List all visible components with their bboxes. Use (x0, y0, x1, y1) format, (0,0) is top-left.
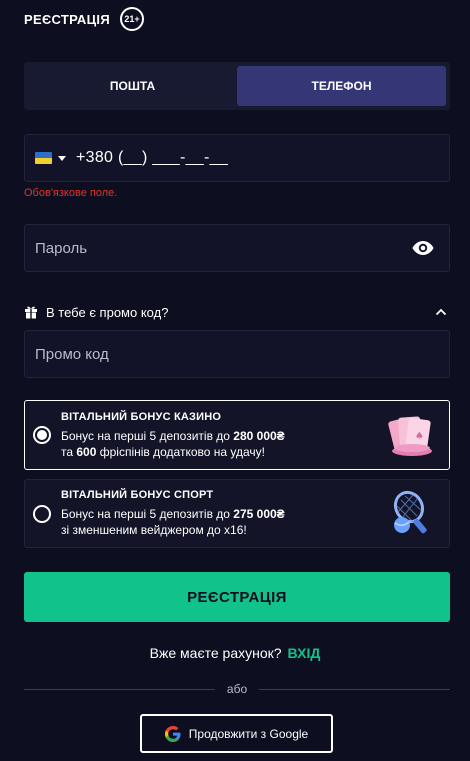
casino-cards-icon: ♠ (388, 416, 432, 456)
tab-phone[interactable]: ТЕЛЕФОН (237, 66, 446, 106)
eye-icon[interactable] (411, 236, 435, 260)
ukraine-flag-icon[interactable] (35, 152, 52, 164)
divider-line-left (24, 688, 215, 690)
gift-icon (25, 306, 37, 319)
bonus-option-casino[interactable]: ВІТАЛЬНИЙ БОНУС КАЗИНО Бонус на перші 5 … (24, 400, 450, 470)
phone-error-message: Обов'язкове поле. (24, 187, 118, 199)
google-icon (164, 725, 181, 742)
bonus-sport-title: ВІТАЛЬНИЙ БОНУС СПОРТ (61, 489, 214, 501)
password-placeholder: Пароль (35, 239, 88, 257)
svg-text:♠: ♠ (415, 431, 424, 442)
register-button[interactable]: РЕЄСТРАЦІЯ (24, 572, 450, 622)
tab-email[interactable]: ПОШТА (28, 66, 237, 106)
registration-method-tabs: ПОШТА ТЕЛЕФОН (24, 62, 450, 110)
page-header: РЕЄСТРАЦІЯ 21+ (24, 7, 144, 31)
login-question: Вже маєте рахунок? (149, 645, 282, 661)
bonus-option-sport[interactable]: ВІТАЛЬНИЙ БОНУС СПОРТ Бонус на перші 5 д… (24, 479, 450, 548)
google-button-label: Продовжити з Google (188, 726, 309, 741)
page-title: РЕЄСТРАЦІЯ (24, 11, 110, 27)
password-field[interactable]: Пароль (24, 224, 450, 272)
phone-field[interactable]: +380 (__) ___-__-__ (24, 134, 450, 182)
bonus-casino-title: ВІТАЛЬНИЙ БОНУС КАЗИНО (61, 410, 222, 423)
promo-code-input[interactable]: Промо код (24, 330, 450, 378)
phone-input-value[interactable]: +380 (__) ___-__-__ (76, 149, 228, 167)
login-link[interactable]: ВХІД (288, 645, 321, 661)
divider-line-right (259, 688, 451, 690)
radio-sport[interactable] (33, 504, 51, 523)
divider: або (24, 681, 451, 697)
age-badge: 21+ (119, 7, 144, 31)
chevron-down-icon[interactable] (58, 155, 66, 161)
radio-casino[interactable] (33, 426, 51, 444)
promo-code-placeholder: Промо код (35, 345, 109, 363)
divider-label: або (226, 682, 248, 696)
promo-toggle[interactable]: В тебе є промо код? (24, 302, 450, 322)
bonus-sport-description: Бонус на перші 5 депозитів до 275 000₴ з… (61, 507, 285, 537)
chevron-up-icon[interactable] (434, 305, 448, 319)
tennis-racket-icon (393, 490, 427, 533)
bonus-casino-description: Бонус на перші 5 депозитів до 280 000₴ т… (61, 428, 285, 459)
google-login-button[interactable]: Продовжити з Google (140, 714, 333, 753)
promo-question: В тебе є промо код? (46, 304, 169, 320)
login-prompt: Вже маєте рахунок? ВХІД (0, 645, 470, 661)
